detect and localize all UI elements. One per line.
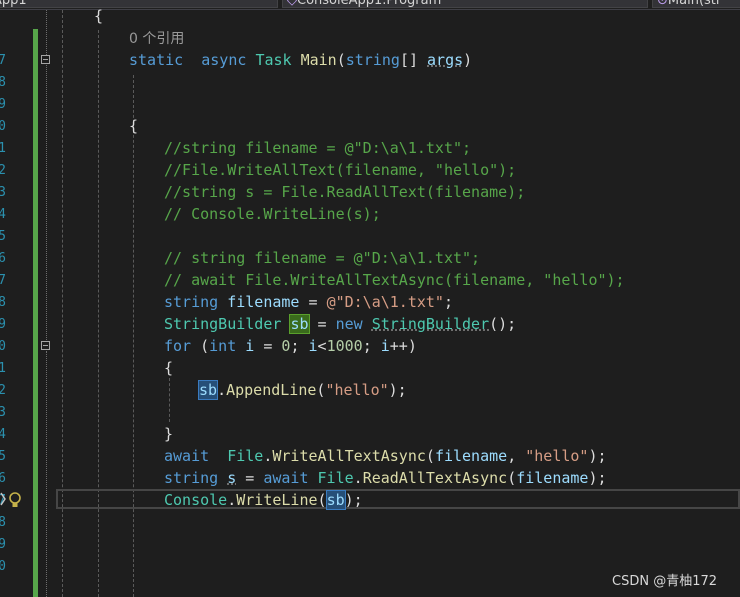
read-all-text-async-declaration[interactable]: string s = await File.ReadAllTextAsync(f… (164, 467, 607, 489)
line-number: 5 (0, 449, 6, 464)
write-all-text-async-call[interactable]: await File.WriteAllTextAsync(filename, "… (164, 445, 607, 467)
comment-line[interactable]: // await File.WriteAllTextAsync(filename… (164, 269, 625, 291)
line-number: 3 (0, 185, 6, 200)
indent-guide (169, 378, 171, 422)
line-number: 4 (0, 427, 6, 442)
sb-definition-highlight: sb (289, 314, 310, 334)
change-tracking-bar (33, 29, 38, 597)
line-number: 2 (0, 163, 6, 178)
line-number: 0 (0, 559, 6, 574)
line-number: 3 (0, 405, 6, 420)
comment-line[interactable]: //File.WriteAllText(filename, "hello"); (164, 159, 516, 181)
stringbuilder-declaration[interactable]: StringBuilder sb = new StringBuilder(); (164, 313, 516, 335)
for-open-brace: { (164, 359, 174, 377)
quick-actions-lightbulb-icon[interactable] (0, 490, 24, 510)
line-number: 6 (0, 251, 6, 266)
line-number: 2 (0, 383, 6, 398)
comment-line[interactable]: //string filename = @"D:\a\1.txt"; (164, 137, 471, 159)
indent-guide (98, 30, 100, 597)
line-number: 7 (0, 53, 6, 68)
line-number: 5 (0, 229, 6, 244)
line-number: 7 (0, 273, 6, 288)
line-number: 9 (0, 317, 6, 332)
csdn-watermark: CSDN @青柚172 (612, 574, 718, 589)
filename-declaration[interactable]: string filename = @"D:\a\1.txt"; (164, 291, 453, 313)
sb-reference-highlight: sb (325, 490, 346, 510)
main-open-brace: { (129, 117, 139, 135)
class-open-brace: { (94, 7, 104, 25)
sb-reference-highlight: sb (197, 380, 219, 400)
append-line-call[interactable]: sb.AppendLine("hello"); (197, 379, 407, 401)
method-icon: ⊙ (657, 0, 668, 8)
comment-line[interactable]: // string filename = @"D:\a\1.txt"; (164, 247, 480, 269)
line-number: 4 (0, 207, 6, 222)
main-method-signature[interactable]: static async Task Main(string[] args) (129, 49, 472, 71)
type-dropdown[interactable]: ◇ConsoleApp1.Program (282, 0, 648, 8)
type-dropdown-label: ConsoleApp1.Program (297, 0, 442, 8)
line-number: 9 (0, 537, 6, 552)
line-number: 8 (0, 75, 6, 90)
current-line-highlight (56, 489, 740, 509)
class-icon: ◇ (287, 0, 297, 8)
line-number: 0 (0, 119, 6, 134)
line-number: 8 (0, 515, 6, 530)
line-number: 9 (0, 97, 6, 112)
line-number: 0 (0, 339, 6, 354)
member-dropdown-label: Main(str (667, 0, 722, 8)
outline-line (46, 351, 48, 597)
outline-line (46, 10, 48, 55)
line-number: 8 (0, 295, 6, 310)
collapse-method-icon[interactable] (41, 55, 50, 64)
project-dropdown[interactable]: App1 (0, 0, 278, 8)
navigation-bar: App1 ◇ConsoleApp1.Program ⊙Main(str (0, 0, 740, 10)
for-loop-header[interactable]: for (int i = 0; i<1000; i++) (164, 335, 417, 357)
line-number (0, 8, 6, 30)
collapse-for-loop-icon[interactable] (41, 341, 50, 350)
line-number: 1 (0, 361, 6, 376)
comment-line[interactable]: // Console.WriteLine(s); (164, 203, 381, 225)
console-writeline-call[interactable]: Console.WriteLine(sb); (164, 489, 363, 511)
indent-guide (133, 75, 135, 597)
line-number: 6 (0, 471, 6, 486)
line-number: 1 (0, 141, 6, 156)
outline-line (46, 65, 48, 340)
project-dropdown-label: App1 (0, 0, 27, 8)
member-dropdown[interactable]: ⊙Main(str (652, 0, 740, 8)
codelens-references[interactable]: 0 个引用 (129, 27, 184, 49)
comment-line[interactable]: //string s = File.ReadAllText(filename); (164, 181, 525, 203)
for-close-brace: } (164, 425, 174, 443)
